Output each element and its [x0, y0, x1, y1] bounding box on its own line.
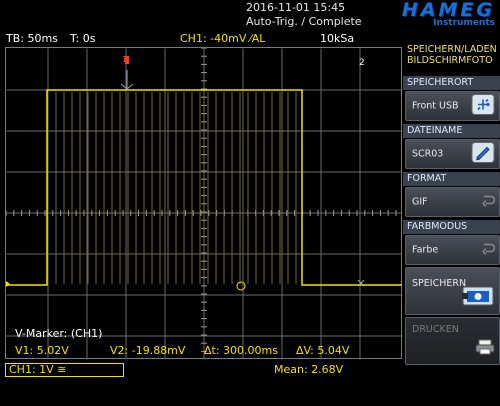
- printer-icon: [475, 339, 495, 358]
- mean-measurement: Mean: 2.68V: [274, 363, 344, 376]
- return-arrow-icon: [481, 194, 496, 211]
- camera-save-icon: [461, 285, 495, 310]
- footer-strip: [0, 378, 403, 406]
- menu-title-line2: BILDSCHIRMFOTO: [407, 55, 493, 66]
- print-button[interactable]: DRUCKEN: [405, 317, 500, 365]
- channel-bar: CH1: 1V ≅ Mean: 2.68V: [0, 362, 403, 378]
- marker-v2: V2: -19.88mV: [110, 344, 186, 357]
- v-marker-2-icon: [236, 281, 246, 291]
- marker-v1: V1: 5.02V: [15, 344, 69, 357]
- trigger-level-readout[interactable]: CH1: -40mV ⁄AL: [180, 33, 265, 45]
- edit-icon: [471, 142, 495, 167]
- marker-title: V-Marker: (CH1): [15, 327, 103, 340]
- usb-icon: [471, 94, 495, 119]
- ch1-scale-button[interactable]: CH1: 1V ≅: [5, 363, 124, 377]
- front-usb-label: Front USB: [412, 100, 459, 112]
- section-farbmodus: FARBMODUS: [403, 220, 500, 234]
- section-format: FORMAT: [403, 172, 500, 186]
- format-button[interactable]: GIF: [405, 187, 500, 217]
- status-bar: TB: 50ms T: 0s CH1: -40mV ⁄AL 10kSa: [0, 32, 403, 46]
- menu-title-line1: SPEICHERN/LADEN: [407, 44, 497, 55]
- ch1-ground-icon: [6, 281, 10, 287]
- cursor-1-label: 1: [122, 55, 127, 64]
- save-button[interactable]: SPEICHERN: [405, 267, 500, 315]
- header: 2016-11-01 15:45 Auto-Trig. / Complete H…: [0, 0, 500, 32]
- brand-subtitle: Instruments: [433, 18, 495, 28]
- color-mode-button[interactable]: Farbe: [405, 235, 500, 265]
- marker-delta-t: Δt: 300.00ms: [204, 344, 278, 357]
- marker-readout: V-Marker: (CH1) V1: 5.02V V2: -19.88mV Δ…: [5, 325, 402, 359]
- save-label: SPEICHERN: [412, 278, 467, 289]
- filename-button[interactable]: SCR03: [405, 139, 500, 169]
- timebase-readout[interactable]: TB: 50ms: [6, 33, 58, 45]
- waveform-display[interactable]: 1 2: [5, 47, 403, 360]
- section-speicherort: SPEICHERORT: [403, 76, 500, 90]
- marker-delta-v: ΔV: 5.04V: [296, 344, 350, 357]
- print-label: DRUCKEN: [412, 324, 459, 335]
- return-arrow-icon: [481, 242, 496, 259]
- softkey-menu: SPEICHERN/LADEN BILDSCHIRMFOTO SPEICHERO…: [403, 42, 500, 406]
- datetime: 2016-11-01 15:45: [246, 1, 346, 14]
- cursor-2-label: 2: [359, 58, 365, 68]
- filename-label: SCR03: [412, 148, 444, 160]
- sample-rate-readout: 10kSa: [320, 32, 355, 45]
- color-mode-label: Farbe: [412, 244, 439, 256]
- section-dateiname: DATEINAME: [403, 124, 500, 138]
- trigger-time-readout[interactable]: T: 0s: [70, 33, 95, 45]
- waveform-grid: 1 2: [6, 48, 403, 360]
- front-usb-button[interactable]: Front USB: [405, 91, 500, 121]
- trigger-status: Auto-Trig. / Complete: [246, 15, 362, 28]
- format-label: GIF: [412, 196, 428, 208]
